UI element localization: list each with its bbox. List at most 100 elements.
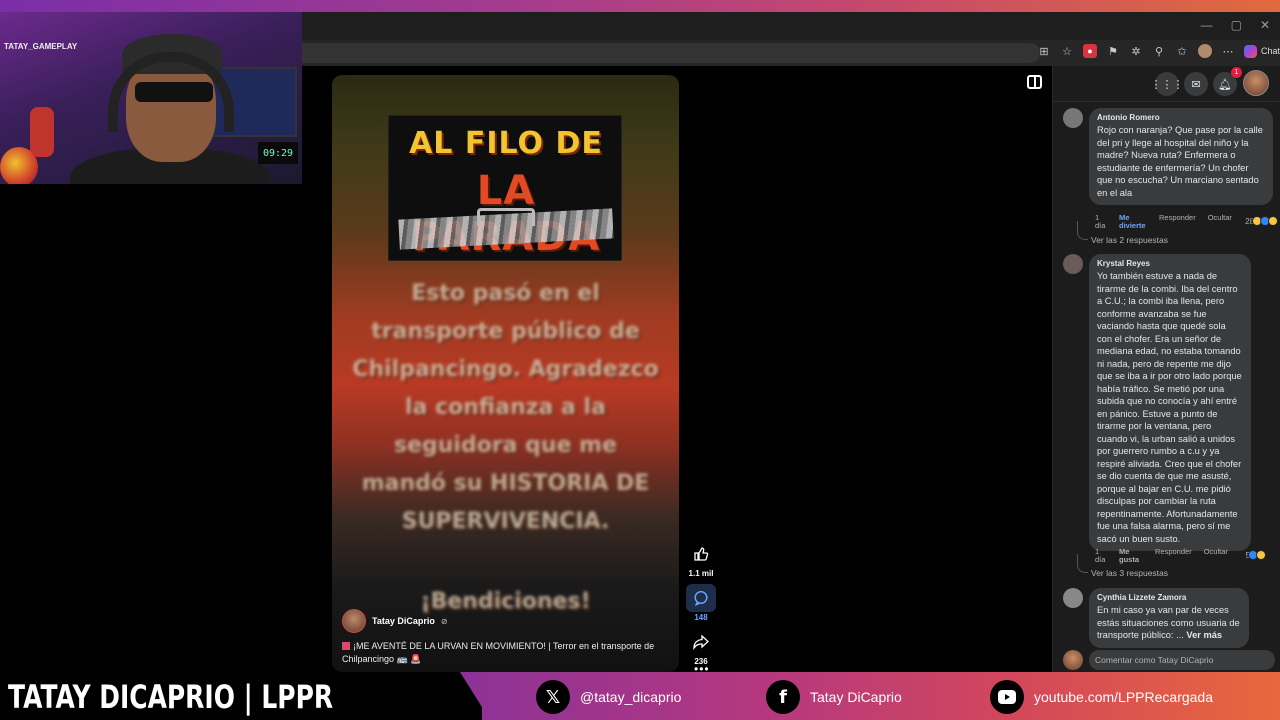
webcam-overlay: TATAY_GAMEPLAY 09:29 <box>0 12 302 184</box>
top-gradient-strip <box>0 0 1280 12</box>
comment-input[interactable]: Comentar como Tatay DiCaprio <box>1089 650 1275 670</box>
youtube-handle: youtube.com/LPPRecargada <box>990 680 1213 714</box>
comment-author[interactable]: Krystal Reyes <box>1097 259 1243 268</box>
comment-avatar[interactable] <box>1063 254 1083 274</box>
twitter-handle: 𝕏 @tatay_dicaprio <box>536 680 681 714</box>
comment-actions: 1 día Me divierte Responder Ocultar <box>1095 214 1232 230</box>
extension-red-icon[interactable]: ● <box>1083 44 1097 58</box>
reaction-summary[interactable]: 28 <box>1245 216 1278 226</box>
desk-clock: 09:29 <box>258 142 298 164</box>
poster-title-line1: AL FILO DE <box>409 126 603 161</box>
video-title: ¡ME AVENTÉ DE LA URVAN EN MOVIMIENTO! | … <box>342 640 672 666</box>
toolbar-icons: ⊞ ☆ ● ⚑ ✲ ⚲ ✩ ⋯ Chat <box>1037 44 1280 58</box>
webcam-sign: TATAY_GAMEPLAY <box>4 42 78 51</box>
apps-icon[interactable]: ⊞ <box>1037 44 1051 58</box>
x-icon: 𝕏 <box>536 680 570 714</box>
minimize-icon[interactable]: — <box>1201 18 1213 32</box>
maximize-icon[interactable]: ▢ <box>1231 18 1242 32</box>
reply-button[interactable]: Responder <box>1155 548 1192 564</box>
video-author[interactable]: Tatay DiCaprio ⊘ <box>342 609 448 633</box>
copilot-icon <box>1244 44 1257 58</box>
stream-banner: TATAY DICAPRIO | LPPR 𝕏 @tatay_dicaprio … <box>0 672 1280 720</box>
video-poster: AL FILO DE LA PARADA <box>388 115 622 261</box>
share-icon <box>686 628 716 656</box>
comment-author[interactable]: Antonio Romero <box>1097 113 1265 122</box>
left-empty-area <box>0 184 330 672</box>
author-avatar[interactable] <box>342 609 366 633</box>
comment-text: Rojo con naranja? Que pase por la calle … <box>1097 125 1263 198</box>
facebook-label: Tatay DiCaprio <box>810 689 902 705</box>
facebook-icon: f <box>766 680 800 714</box>
star-icon[interactable]: ☆ <box>1060 44 1074 58</box>
youtube-icon <box>990 680 1024 714</box>
comment-actions: 1 día Me gusta Responder Ocultar <box>1095 548 1228 564</box>
reel-actions: 1.1 mil 148 236 <box>684 540 718 666</box>
window-controls: — ▢ ✕ <box>1201 18 1270 32</box>
panel-header: ⋮⋮⋮ ✉ 🔔︎ <box>1053 66 1280 102</box>
profile-avatar[interactable] <box>1198 44 1212 58</box>
hide-button[interactable]: Ocultar <box>1208 214 1232 230</box>
account-avatar[interactable] <box>1243 70 1269 96</box>
like-button[interactable]: 1.1 mil <box>684 540 718 578</box>
like-count: 1.1 mil <box>688 569 714 578</box>
globe-icon: ⊘ <box>440 616 448 626</box>
comment-time[interactable]: 1 día <box>1095 214 1107 230</box>
expand-panel-icon[interactable] <box>1027 75 1042 89</box>
view-replies-link[interactable]: Ver las 3 respuestas <box>1076 554 1168 578</box>
red-square-icon <box>342 642 350 650</box>
comment-bubble: Antonio Romero Rojo con naranja? Que pas… <box>1089 108 1273 205</box>
comment-count: 148 <box>694 613 708 622</box>
comment-text: Yo también estuve a nada de tirarme de l… <box>1097 271 1242 544</box>
hide-button[interactable]: Ocultar <box>1204 548 1228 564</box>
reaction-button[interactable]: Me gusta <box>1119 548 1143 564</box>
video-title-text: ¡ME AVENTÉ DE LA URVAN EN MOVIMIENTO! | … <box>342 641 655 664</box>
video-blurred-text: Esto pasó en el transporte público de Ch… <box>352 281 659 534</box>
comment-composer: Comentar como Tatay DiCaprio <box>1063 650 1275 670</box>
comment-button[interactable]: 148 <box>684 584 718 622</box>
streamer-name-plate: TATAY DICAPRIO | LPPR <box>0 672 482 720</box>
view-replies-link[interactable]: Ver las 2 respuestas <box>1076 221 1168 245</box>
youtube-label: youtube.com/LPPRecargada <box>1034 689 1213 705</box>
messenger-icon[interactable]: ✉ <box>1184 72 1208 96</box>
comment-text: En mi caso ya van par de veces estás sit… <box>1097 604 1241 642</box>
extension-flag-icon[interactable]: ⚑ <box>1106 44 1120 58</box>
comment-time[interactable]: 1 día <box>1095 548 1107 564</box>
thumbs-up-icon <box>686 540 716 568</box>
comment-bubble: Cynthia Lizzete Zamora En mi caso ya van… <box>1089 588 1249 648</box>
extension-puzzle-icon[interactable]: ✲ <box>1129 44 1143 58</box>
comment-icon <box>686 584 716 612</box>
haha-reaction-icon <box>1256 550 1266 560</box>
see-more-link[interactable]: Ver más <box>1186 630 1222 640</box>
comment-bubble: Krystal Reyes Yo también estuve a nada d… <box>1089 254 1251 551</box>
streamer-name: TATAY DICAPRIO | LPPR <box>8 678 334 716</box>
extension-icon[interactable]: ⚲ <box>1152 44 1166 58</box>
menu-grid-icon[interactable]: ⋮⋮⋮ <box>1151 72 1184 96</box>
more-icon[interactable]: ⋯ <box>1221 44 1235 58</box>
wow-reaction-icon <box>1268 216 1278 226</box>
comment-author[interactable]: Cynthia Lizzete Zamora <box>1097 593 1241 602</box>
stream-frame: — ▢ ✕ ⊞ ☆ ● ⚑ ✲ ⚲ ✩ ⋯ Chat TATAY_GAMEPLA… <box>0 0 1280 720</box>
chat-label: Chat <box>1261 46 1280 56</box>
reaction-button[interactable]: Me divierte <box>1119 214 1147 230</box>
close-icon[interactable]: ✕ <box>1260 18 1270 32</box>
background-figurine <box>30 107 54 157</box>
browser-titlebar: — ▢ ✕ <box>300 12 1280 40</box>
reply-button[interactable]: Responder <box>1159 214 1196 230</box>
comment-avatar[interactable] <box>1063 588 1083 608</box>
share-button[interactable]: 236 <box>684 628 718 666</box>
reel-video[interactable]: AL FILO DE LA PARADA Esto pasó en el tra… <box>332 75 679 672</box>
favorites-icon[interactable]: ✩ <box>1175 44 1189 58</box>
background-helmet <box>0 147 38 184</box>
twitter-label: @tatay_dicaprio <box>580 689 682 705</box>
chat-button[interactable]: Chat <box>1244 44 1280 58</box>
composer-avatar <box>1063 650 1083 670</box>
facebook-handle: f Tatay DiCaprio <box>766 680 902 714</box>
browser-toolbar: ⊞ ☆ ● ⚑ ✲ ⚲ ✩ ⋯ Chat <box>300 40 1280 66</box>
author-name[interactable]: Tatay DiCaprio <box>372 616 435 626</box>
notification-badge: 1 <box>1231 67 1242 78</box>
address-bar[interactable] <box>300 43 1040 63</box>
poster-cart-graphic <box>477 208 535 226</box>
reaction-summary[interactable]: 5 <box>1246 550 1266 560</box>
comment-avatar[interactable] <box>1063 108 1083 128</box>
comments-panel: ⋮⋮⋮ ✉ 🔔︎ Antonio Romero Rojo con naranja… <box>1052 66 1280 672</box>
